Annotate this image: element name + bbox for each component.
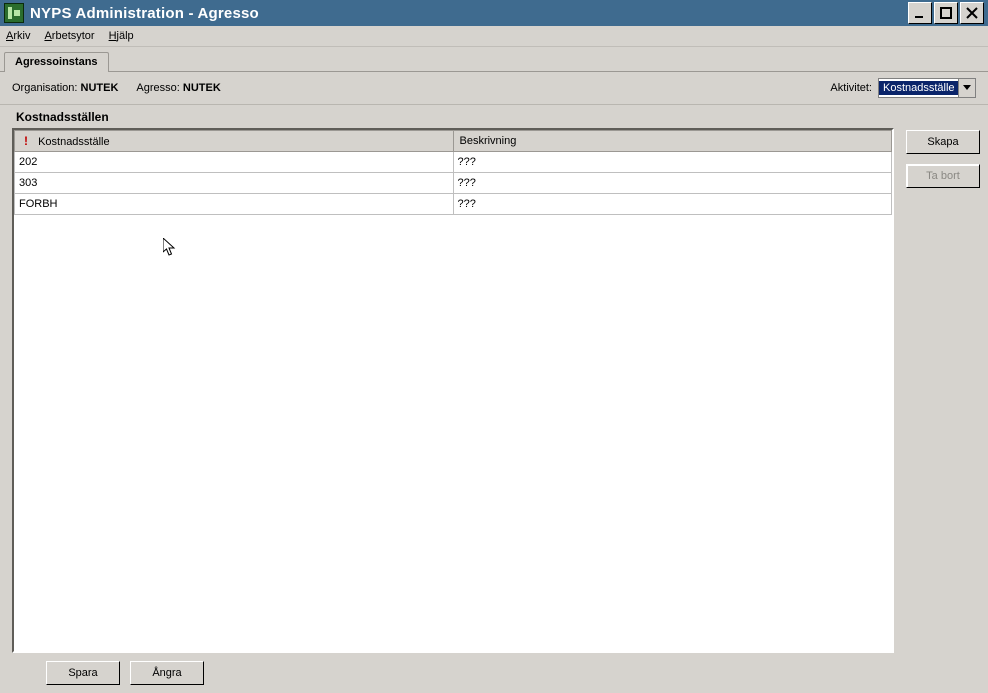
angra-button[interactable]: Ångra bbox=[130, 661, 204, 685]
cell-kostnadsstalle: 202 bbox=[15, 152, 454, 173]
side-buttons: Skapa Ta bort bbox=[906, 128, 976, 653]
aktivitet-label: Aktivitet: bbox=[830, 82, 872, 94]
cell-beskrivning: ??? bbox=[453, 194, 892, 215]
content-area: Kostnadsställen ! Kostnadsställe Beskriv… bbox=[0, 104, 988, 653]
col-kostnadsstalle[interactable]: ! Kostnadsställe bbox=[15, 131, 454, 152]
menu-arkiv[interactable]: Arkiv bbox=[6, 30, 30, 42]
window-buttons bbox=[908, 2, 984, 24]
table-container: ! Kostnadsställe Beskrivning 202 ??? 303… bbox=[12, 128, 894, 653]
agresso-value: NUTEK bbox=[183, 82, 221, 94]
organisation-value: NUTEK bbox=[81, 82, 119, 94]
menu-hjalp[interactable]: Hjälp bbox=[109, 30, 134, 42]
agresso-label: Agresso: NUTEK bbox=[136, 82, 220, 94]
aktivitet-selected: Kostnadsställe bbox=[879, 81, 958, 95]
tabort-button: Ta bort bbox=[906, 164, 980, 188]
app-icon bbox=[4, 3, 24, 23]
maximize-button[interactable] bbox=[934, 2, 958, 24]
close-button[interactable] bbox=[960, 2, 984, 24]
aktivitet-dropdown[interactable]: Kostnadsställe bbox=[878, 78, 976, 98]
menu-arbetsytor[interactable]: Arbetsytor bbox=[44, 30, 94, 42]
kostnadsstallen-table: ! Kostnadsställe Beskrivning 202 ??? 303… bbox=[14, 130, 892, 215]
alert-icon: ! bbox=[21, 134, 31, 148]
tabstrip: Agressoinstans bbox=[0, 47, 988, 72]
cell-beskrivning: ??? bbox=[453, 173, 892, 194]
titlebar: NYPS Administration - Agresso bbox=[0, 0, 988, 26]
cell-kostnadsstalle: FORBH bbox=[15, 194, 454, 215]
menubar: Arkiv Arbetsytor Hjälp bbox=[0, 26, 988, 47]
col-beskrivning[interactable]: Beskrivning bbox=[453, 131, 892, 152]
table-row[interactable]: 303 ??? bbox=[15, 173, 892, 194]
chevron-down-icon bbox=[958, 79, 975, 97]
infobar: Organisation: NUTEK Agresso: NUTEK Aktiv… bbox=[0, 72, 988, 105]
section-title: Kostnadsställen bbox=[16, 110, 976, 124]
table-row[interactable]: 202 ??? bbox=[15, 152, 892, 173]
footer: Spara Ångra bbox=[0, 653, 988, 693]
organisation-label: Organisation: NUTEK bbox=[12, 82, 118, 94]
skapa-button[interactable]: Skapa bbox=[906, 130, 980, 154]
table-row[interactable]: FORBH ??? bbox=[15, 194, 892, 215]
tab-agressoinstans[interactable]: Agressoinstans bbox=[4, 52, 109, 72]
spara-button[interactable]: Spara bbox=[46, 661, 120, 685]
cell-beskrivning: ??? bbox=[453, 152, 892, 173]
cell-kostnadsstalle: 303 bbox=[15, 173, 454, 194]
window-title: NYPS Administration - Agresso bbox=[30, 5, 908, 22]
minimize-button[interactable] bbox=[908, 2, 932, 24]
